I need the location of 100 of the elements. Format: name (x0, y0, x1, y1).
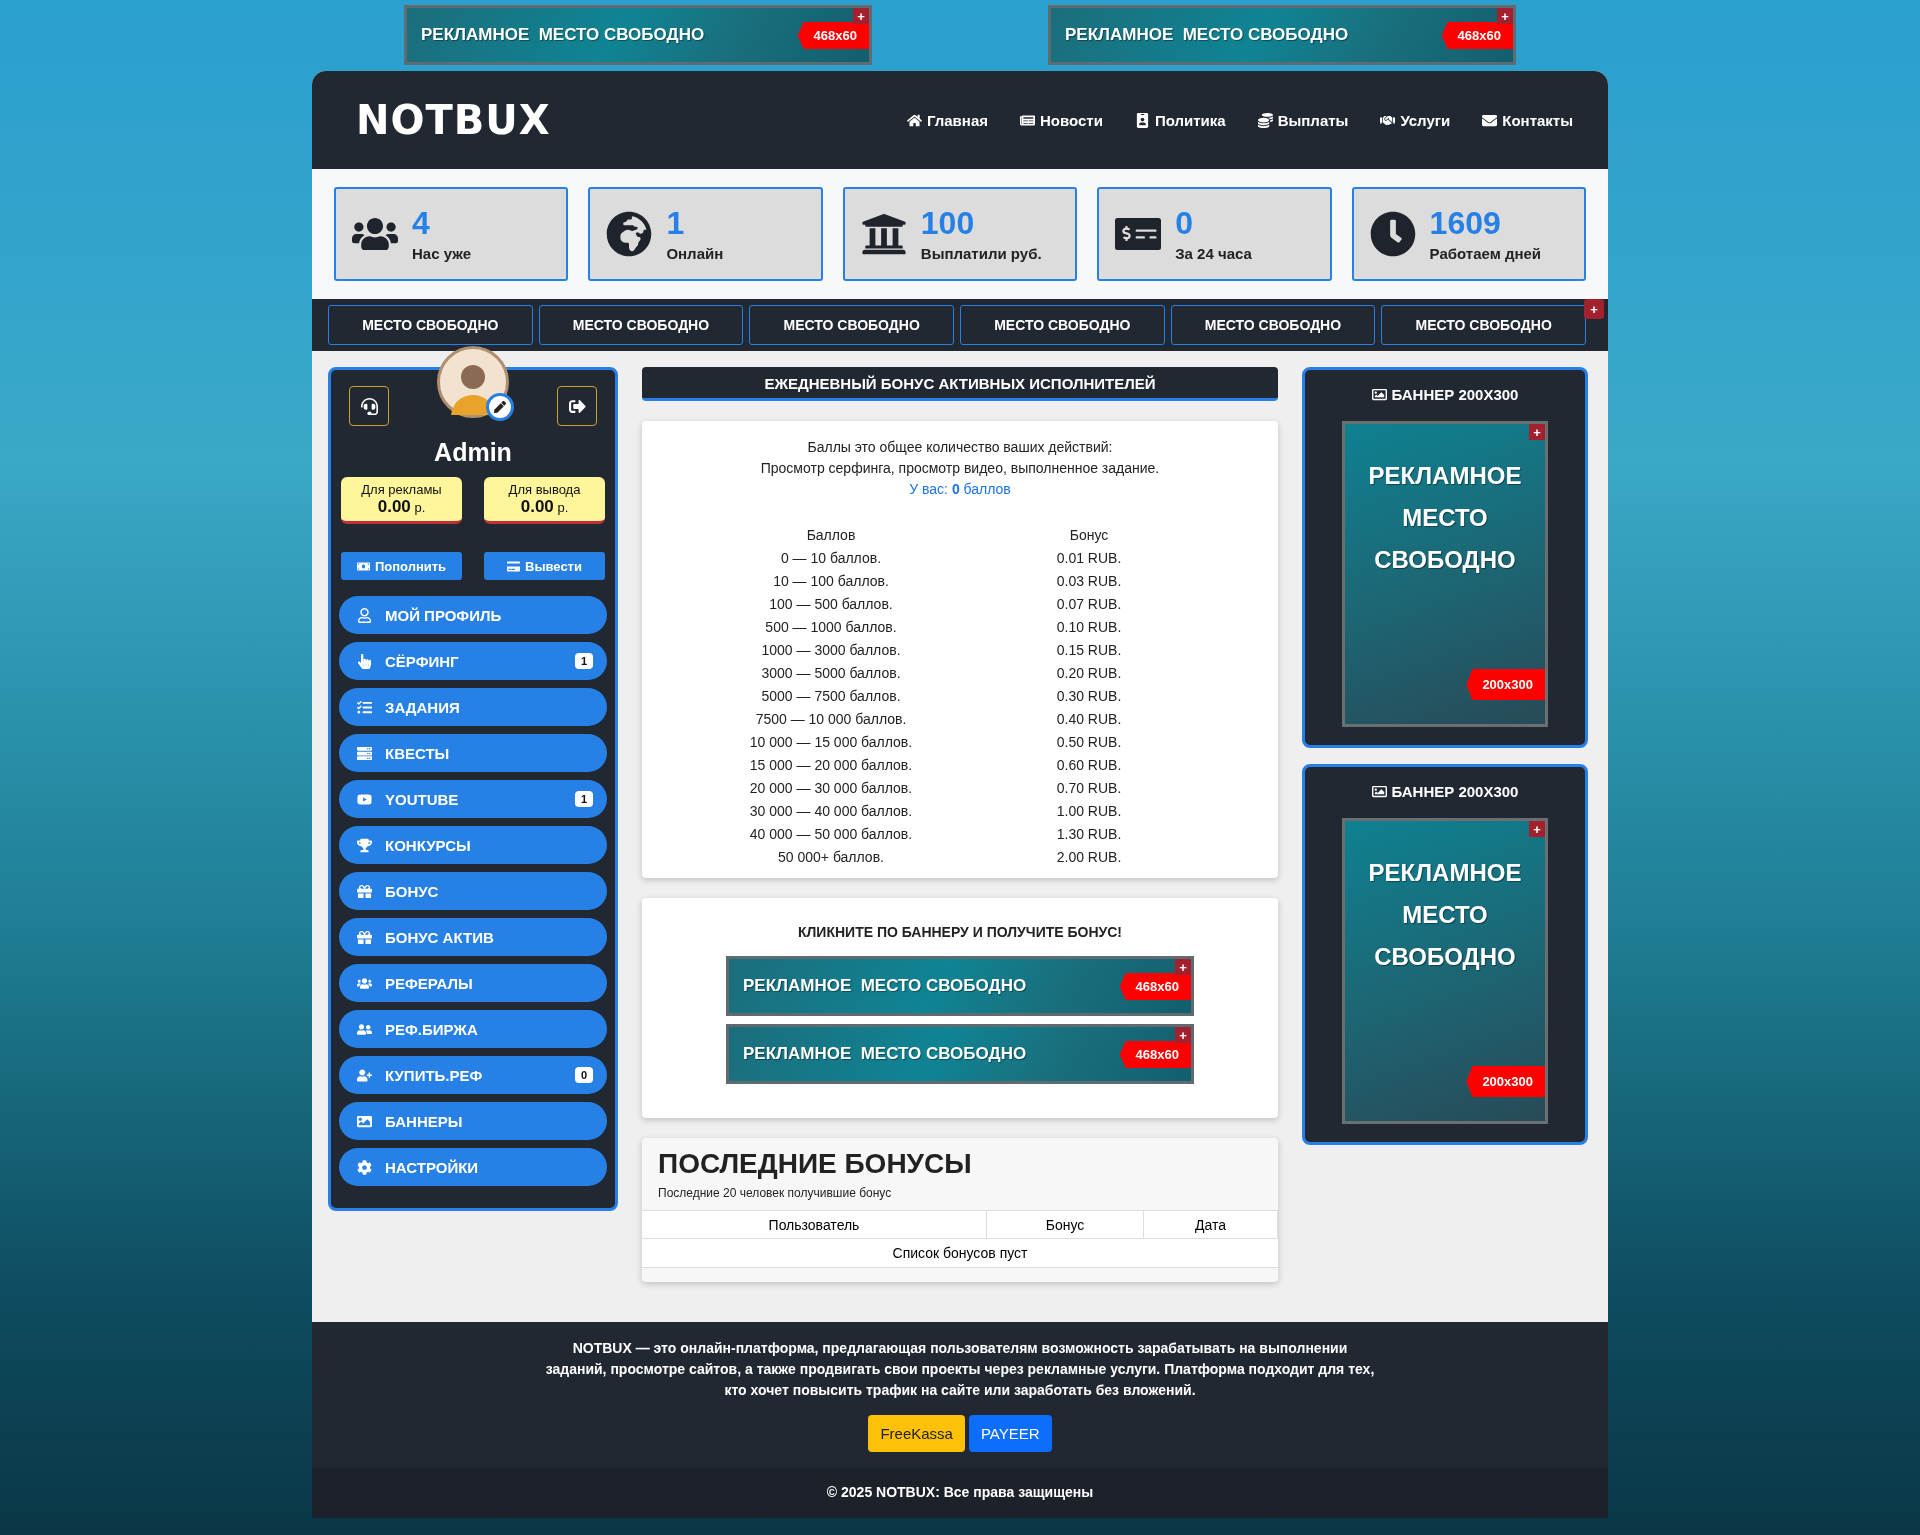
table-cell-text: 5000 — 7500 баллов. (760, 687, 902, 706)
image-icon (1371, 784, 1387, 799)
envelope-icon (1482, 112, 1498, 128)
corner-plus[interactable]: + (1497, 8, 1513, 24)
count-badge: 0 (574, 1067, 593, 1083)
menu-item[interactable]: ЗАДАНИЯ (339, 688, 607, 726)
logout-button[interactable] (557, 386, 597, 426)
nav-link[interactable]: Услуги (1380, 111, 1451, 129)
nav-link[interactable]: Контакты (1482, 111, 1573, 129)
menu-item[interactable]: КУПИТЬ.РЕФ 0 (339, 1056, 607, 1094)
pencil-icon (494, 401, 506, 413)
table-cell-text: 1000 — 3000 баллов. (760, 641, 902, 660)
ad-slot-link[interactable]: МЕСТО СВОБОДНО (1381, 305, 1586, 345)
table-cell-text: 15 000 — 20 000 баллов. (748, 756, 914, 775)
ad-banner[interactable]: РЕКЛАМНОЕ МЕСТО СВОБОДНО 200x300 + (1342, 818, 1548, 1124)
stat-label: Работаем дней (1429, 244, 1542, 262)
menu-item[interactable]: БАННЕРЫ (339, 1102, 607, 1140)
nav-link[interactable]: Политика (1134, 111, 1226, 129)
count-badge: 1 (574, 653, 593, 669)
ad-slot-link[interactable]: МЕСТО СВОБОДНО (1170, 305, 1376, 345)
card-title: ПОСЛЕДНИЕ БОНУСЫ (657, 1147, 973, 1180)
corner-plus[interactable]: + (1175, 959, 1191, 975)
table-cell-text: 1.00 RUB. (1055, 802, 1123, 821)
gift-icon (357, 929, 372, 945)
payment-button[interactable]: FreeKassa (868, 1415, 965, 1452)
table-cell-text: 0.03 RUB. (1055, 572, 1123, 591)
table-cell-text: 100 — 500 баллов. (768, 595, 894, 614)
menu-item[interactable]: БОНУС (339, 872, 607, 910)
ad-banner[interactable]: РЕКЛАМНОЕ МЕСТО СВОБОДНО 200x300 + (1342, 421, 1548, 727)
menu-item[interactable]: КВЕСТЫ (339, 734, 607, 772)
ad-text: РЕКЛАМНОЕ (1368, 859, 1522, 887)
nav-link[interactable]: Новости (1020, 111, 1103, 129)
menu-item[interactable]: МОЙ ПРОФИЛЬ (339, 596, 607, 634)
user-plus-icon (357, 1067, 372, 1083)
bank-icon (860, 211, 907, 257)
menu-item[interactable]: YOUTUBE 1 (339, 780, 607, 818)
menu-item[interactable]: БОНУС АКТИВ (339, 918, 607, 956)
menu-item[interactable]: РЕФ.БИРЖА (339, 1010, 607, 1048)
ad-slot-link[interactable]: МЕСТО СВОБОДНО (328, 305, 533, 345)
stat-label: За 24 часа (1175, 244, 1252, 262)
table-cell-text: 1.30 RUB. (1055, 825, 1123, 844)
count-badge: 1 (574, 791, 593, 807)
corner-plus[interactable]: + (853, 8, 869, 24)
badge-icon (1134, 112, 1150, 128)
checklist-icon (357, 699, 372, 715)
size-tag: 200x300 (1466, 669, 1545, 700)
table-cell-text: 0.20 RUB. (1055, 664, 1123, 683)
table-cell-text: 0.01 RUB. (1055, 549, 1123, 568)
balance-action-button[interactable]: Вывести (484, 552, 605, 580)
footer-text: NOTBUX — это онлайн-платформа, предлагающая пользователям возможность зарабатывать на выполнении заданий, просмотре сайтов, а также продвигать свои проекты через рекламные услуги. Платформа подходит для тех, кто хочет повысить трафик на сайте или заработать без вложений. (545, 1339, 1375, 1400)
trophy-icon (357, 837, 372, 853)
corner-plus[interactable]: + (1175, 1027, 1191, 1043)
ad-text: МЕСТО (1402, 901, 1488, 929)
ad-text: СВОБОДНО (1374, 943, 1516, 971)
card-icon (507, 559, 520, 573)
panel-title: БАННЕР 200X300 (1371, 386, 1519, 403)
table-cell-text: 3000 — 5000 баллов. (760, 664, 902, 683)
username: Admin (433, 438, 513, 467)
table-cell-text: 0.50 RUB. (1055, 733, 1123, 752)
menu-item[interactable]: НАСТРОЙКИ (339, 1148, 607, 1186)
table-cell-text: 0.60 RUB. (1055, 756, 1123, 775)
ad-banner[interactable]: РЕКЛАМНОЕ МЕСТО СВОБОДНО 468x60 + (726, 1024, 1194, 1084)
ad-banner[interactable]: РЕКЛАМНОЕ МЕСТО СВОБОДНО 468x60 + (1048, 5, 1516, 65)
balance-action-button[interactable]: Пополнить (341, 552, 462, 580)
edit-avatar-button[interactable] (486, 393, 514, 421)
ad-banner[interactable]: РЕКЛАМНОЕ МЕСТО СВОБОДНО 468x60 + (726, 956, 1194, 1016)
nav-link[interactable]: Выплаты (1257, 111, 1349, 129)
corner-plus[interactable]: + (1529, 821, 1545, 837)
menu-item[interactable]: РЕФЕРАЛЫ (339, 964, 607, 1002)
ad-slot-link[interactable]: МЕСТО СВОБОДНО (749, 305, 954, 345)
image-icon (357, 1113, 372, 1129)
card-subtitle: Последние 20 человек получившие бонус (657, 1185, 893, 1202)
corner-plus[interactable]: + (1584, 299, 1604, 319)
stat-label: Нас уже (412, 244, 471, 262)
support-button[interactable] (349, 386, 389, 426)
headset-icon (360, 397, 378, 415)
menu-item[interactable]: СЁРФИНГ 1 (339, 642, 607, 680)
ad-text: МЕСТО (1402, 504, 1488, 532)
column-header: Баллов (805, 526, 857, 545)
users-icon (357, 975, 372, 991)
ad-slot-link[interactable]: МЕСТО СВОБОДНО (538, 305, 744, 345)
logo[interactable]: NOTBUX (356, 97, 551, 143)
table-cell-text: 40 000 — 50 000 баллов. (748, 825, 914, 844)
menu-item[interactable]: КОНКУРСЫ (339, 826, 607, 864)
size-tag: 468x60 (1441, 22, 1513, 49)
ad-text: СВОБОДНО (1374, 546, 1516, 574)
ad-banner[interactable]: РЕКЛАМНОЕ МЕСТО СВОБОДНО 468x60 + (404, 5, 872, 65)
table-cell-text: 500 — 1000 баллов. (764, 618, 898, 637)
empty-message: Список бонусов пуст (642, 1239, 1278, 1268)
payment-button[interactable]: PAYEER (968, 1415, 1052, 1452)
column-header: Пользователь (642, 1211, 987, 1239)
image-icon (1371, 387, 1387, 402)
ad-slot-link[interactable]: МЕСТО СВОБОДНО (960, 305, 1165, 345)
stat-value: 1 (666, 206, 686, 239)
balance-amount: 0.00 р. (519, 497, 570, 517)
nav-link[interactable]: Главная (907, 111, 988, 129)
corner-plus[interactable]: + (1529, 424, 1545, 440)
clock-icon (1369, 211, 1416, 257)
ad-text: РЕКЛАМНОЕ МЕСТО СВОБОДНО (421, 25, 705, 45)
gift-icon (357, 883, 372, 899)
